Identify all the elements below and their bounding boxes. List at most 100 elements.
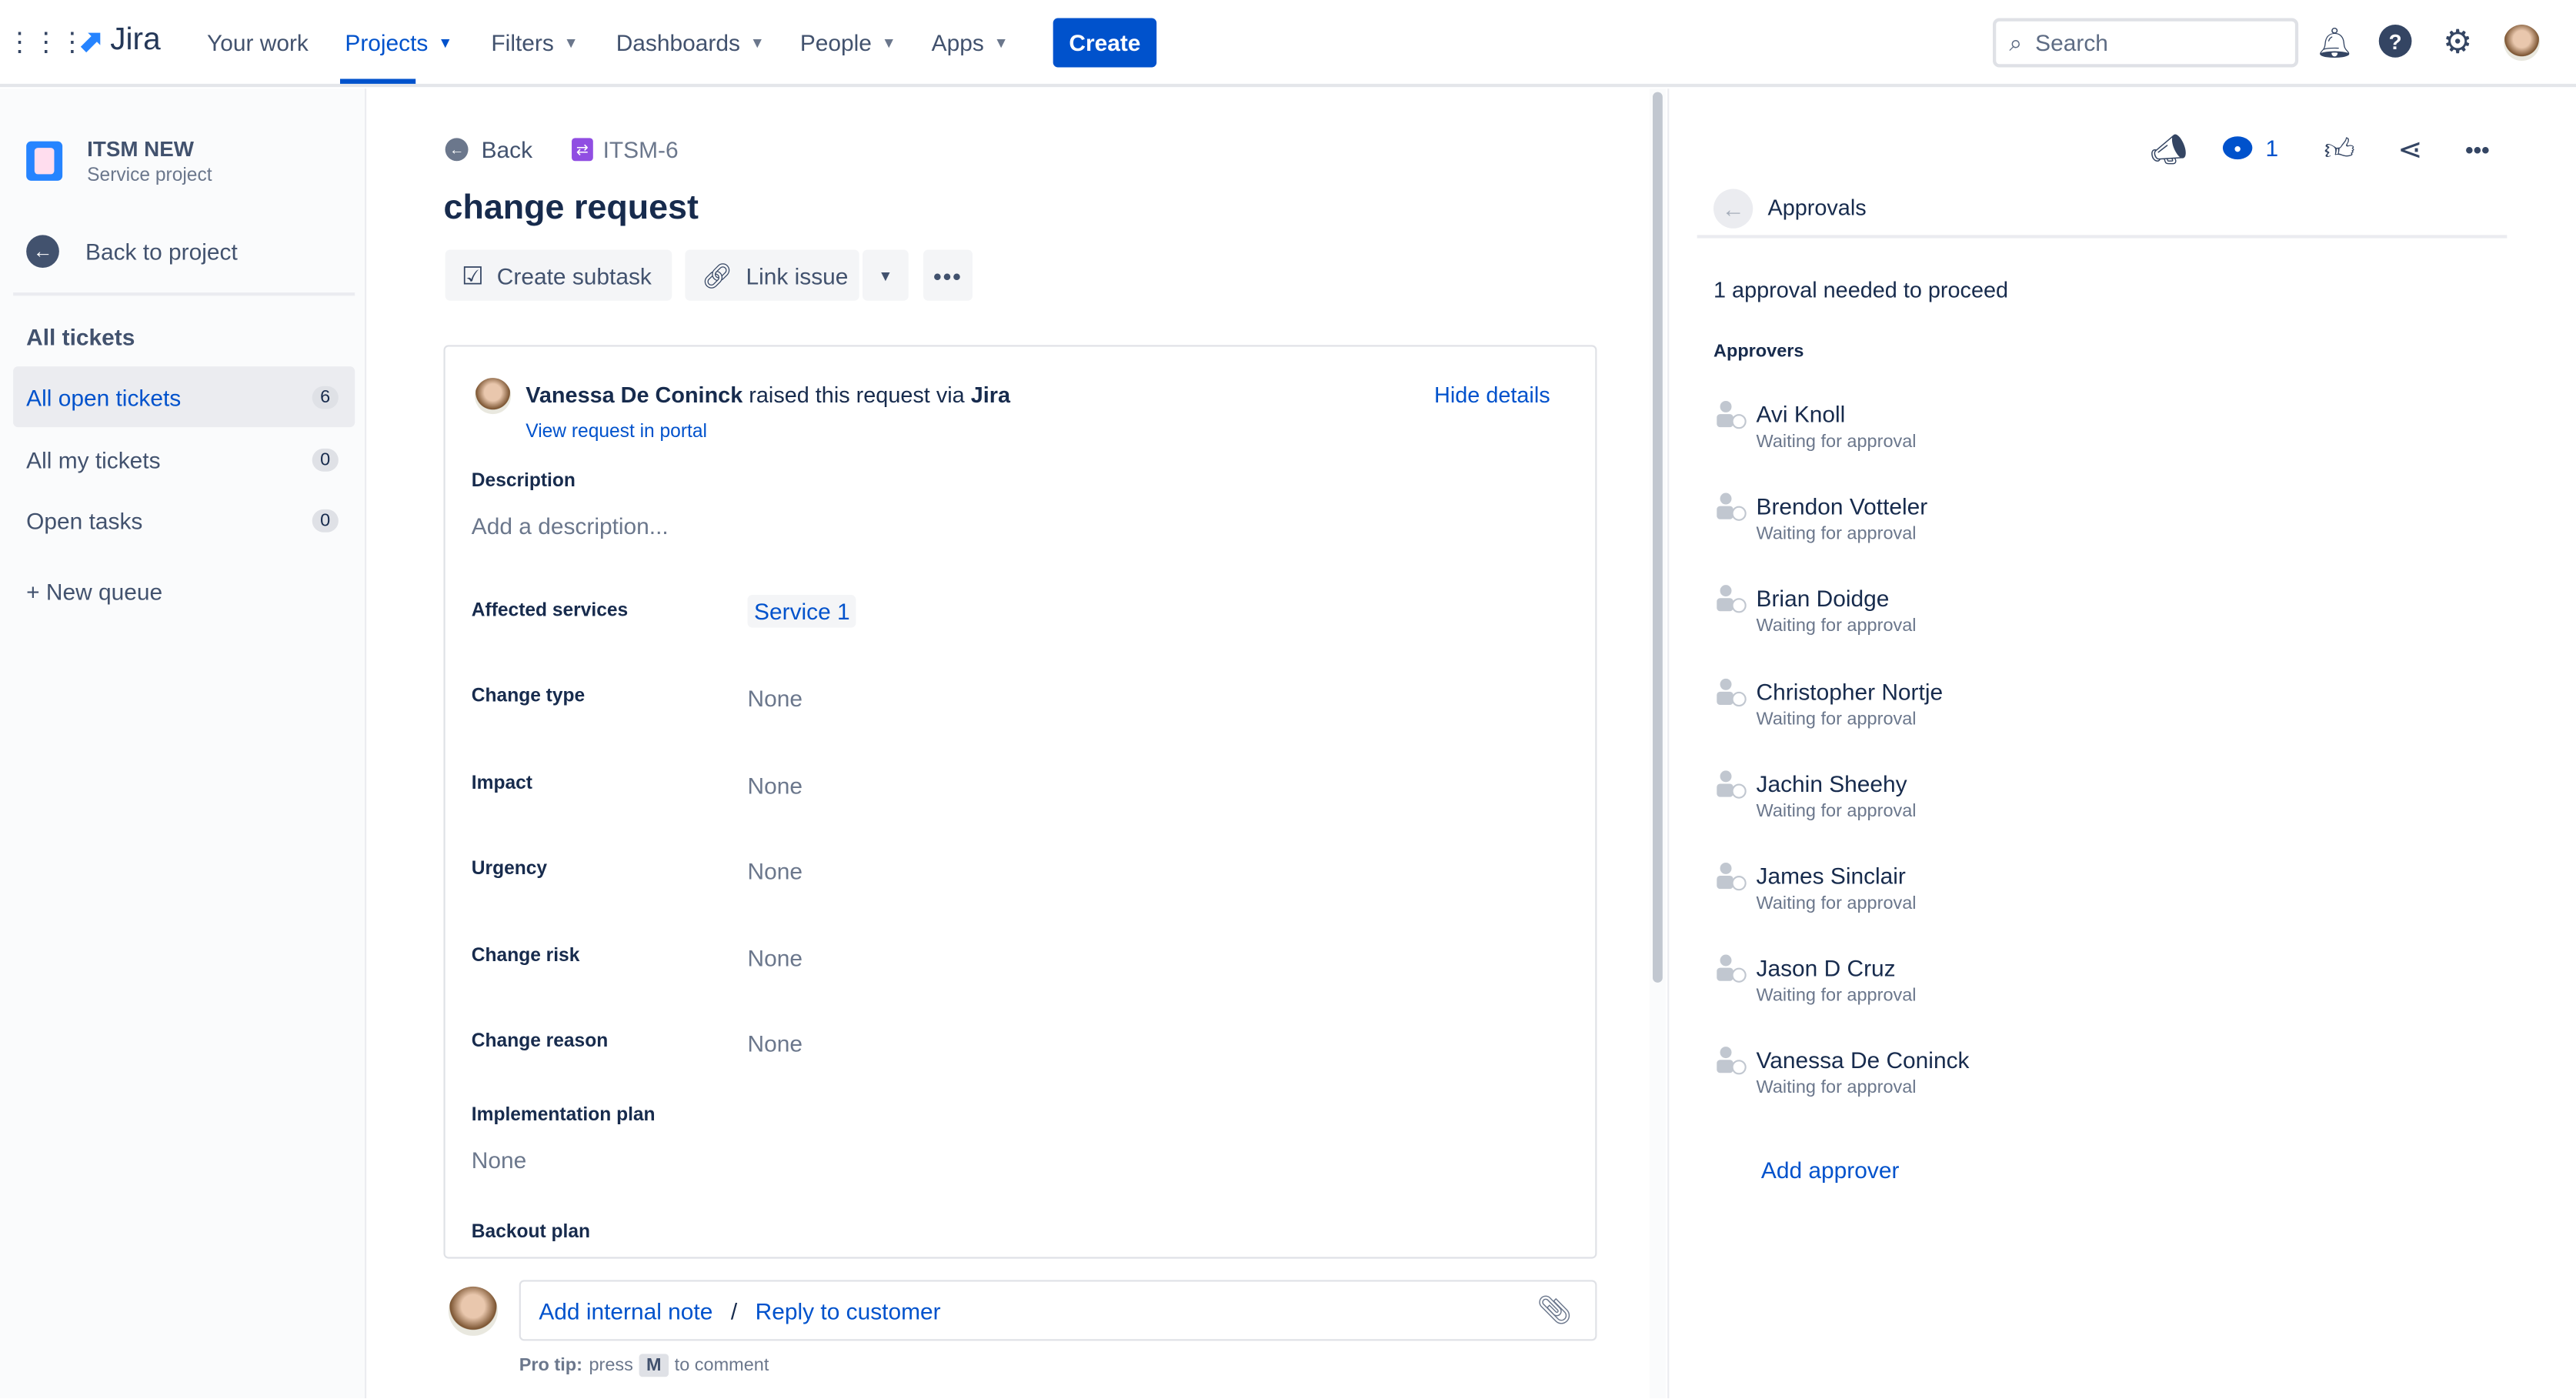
approval-needed-text: 1 approval needed to proceed [1713, 277, 2009, 302]
issue-title[interactable]: change request [444, 189, 699, 229]
link-issue-button[interactable]: 🔗︎ Link issue [685, 249, 859, 301]
approver-pending-icon [1717, 400, 1747, 430]
change-issue-type-icon: ⇄ [572, 138, 593, 162]
nav-projects[interactable]: Projects ▼ [345, 0, 452, 85]
queue-label: All open tickets [26, 383, 182, 410]
queue-all-my-tickets[interactable]: All my tickets 0 [13, 429, 355, 489]
profile-avatar[interactable] [2504, 25, 2541, 62]
field-value[interactable]: None [748, 858, 802, 884]
queue-count: 0 [312, 508, 339, 532]
approver-pending-icon [1717, 954, 1747, 984]
request-details-card: Vanessa De Coninck raised this request v… [443, 345, 1597, 1259]
queue-count: 0 [312, 447, 339, 471]
queue-all-open-tickets[interactable]: All open tickets 6 [13, 366, 355, 428]
approver-pending-icon [1717, 770, 1747, 800]
add-approver-link[interactable]: Add approver [1761, 1157, 1899, 1183]
queue-open-tasks[interactable]: Open tasks 0 [13, 489, 355, 550]
nav-people[interactable]: People ▼ [800, 0, 896, 85]
help-icon[interactable]: ? [2378, 25, 2412, 58]
view-portal-link[interactable]: View request in portal [526, 422, 707, 442]
nav-label: Dashboards [616, 29, 740, 56]
field-value[interactable]: None [748, 1030, 802, 1057]
notifications-icon[interactable]: 🔔︎ [2316, 25, 2354, 61]
watchers-button[interactable]: ● 1 [2222, 135, 2278, 161]
more-icon: ••• [933, 262, 963, 289]
description-field[interactable]: Add a description... [472, 513, 669, 539]
back-arrow-icon[interactable]: ← [1713, 189, 1753, 229]
share-icon[interactable]: ⋖ [2392, 132, 2428, 168]
more-actions-button[interactable]: ••• [923, 249, 973, 301]
approver-pending-icon [1717, 677, 1747, 707]
settings-icon[interactable]: ⚙ [2440, 23, 2476, 60]
add-internal-note-link[interactable]: Add internal note [539, 1297, 712, 1324]
user-avatar [448, 1286, 498, 1336]
raised-by-text: Vanessa De Coninck raised this request v… [526, 383, 1010, 408]
back-to-project-label: Back to project [85, 238, 238, 265]
nav-label: Filters [491, 29, 554, 56]
keyboard-key: M [639, 1354, 669, 1377]
nav-your-work[interactable]: Your work [207, 0, 309, 85]
more-icon[interactable]: ••• [2459, 132, 2495, 168]
nav-apps[interactable]: Apps ▼ [932, 0, 1009, 85]
arrow-left-icon: ← [26, 235, 59, 269]
back-label: Back [481, 136, 533, 163]
approver-name[interactable]: Jason D Cruz [1757, 955, 1896, 981]
implementation-plan-value[interactable]: None [472, 1147, 526, 1173]
nav-label: Projects [345, 29, 429, 56]
queue-count: 6 [312, 385, 339, 409]
field-value[interactable]: None [748, 685, 802, 711]
approver-name[interactable]: Brian Doidge [1757, 586, 1890, 612]
app-switcher-icon[interactable]: ⋮⋮⋮ [7, 26, 85, 59]
service-tag[interactable]: Service 1 [747, 594, 857, 628]
panel-title: Approvals [1767, 195, 1867, 221]
issue-key: ITSM-6 [602, 136, 679, 163]
reporter-avatar [475, 378, 512, 415]
queue-label: All my tickets [26, 446, 161, 472]
scrollbar-thumb[interactable] [1653, 92, 1663, 983]
separator: / [730, 1297, 738, 1324]
field-value[interactable]: None [748, 945, 802, 971]
arrow-left-icon: ← [445, 138, 469, 162]
approver-pending-icon [1717, 862, 1747, 892]
approver-status: Waiting for approval [1756, 432, 1917, 452]
approver-name[interactable]: Avi Knoll [1757, 401, 1846, 427]
back-button[interactable]: ← Back [445, 136, 532, 162]
reply-to-customer-link[interactable]: Reply to customer [756, 1297, 941, 1324]
field-label: Change risk [471, 946, 580, 967]
approver-status: Waiting for approval [1756, 986, 1917, 1007]
approver-name[interactable]: Jachin Sheehy [1757, 770, 1907, 796]
attachment-icon[interactable]: 📎︎ [1537, 1294, 1572, 1327]
queue-label: Open tasks [26, 506, 143, 533]
divider [1697, 235, 2508, 239]
approver-status: Waiting for approval [1756, 1078, 1917, 1099]
jira-logo[interactable]: ⬈ Jira [78, 23, 160, 59]
new-queue-link[interactable]: + New queue [26, 579, 162, 605]
approver-name[interactable]: Christopher Nortje [1757, 678, 1944, 704]
search-icon: ⌕ [2009, 28, 2023, 55]
approver-status: Waiting for approval [1756, 801, 1917, 822]
link-issue-dropdown[interactable]: ▼ [862, 249, 909, 301]
search-input[interactable]: ⌕ Search [1992, 18, 2299, 68]
approver-name[interactable]: Brendon Votteler [1757, 493, 1928, 519]
field-value[interactable]: None [748, 773, 802, 799]
comment-box[interactable]: Add internal note / Reply to customer 📎︎ [519, 1280, 1597, 1341]
issue-key-link[interactable]: ⇄ ITSM-6 [572, 136, 679, 162]
approver-name[interactable]: James Sinclair [1757, 863, 1906, 889]
hide-details-link[interactable]: Hide details [1434, 383, 1550, 408]
chevron-down-icon: ▼ [749, 34, 765, 52]
nav-dashboards[interactable]: Dashboards ▼ [616, 0, 765, 85]
nav-label: Your work [207, 29, 309, 56]
reporter-name[interactable]: Vanessa De Coninck [526, 383, 742, 408]
back-to-project[interactable]: ← Back to project [26, 235, 238, 269]
divider [13, 292, 355, 296]
create-button[interactable]: Create [1053, 18, 1157, 68]
nav-label: People [799, 29, 872, 56]
chevron-down-icon: ▼ [881, 34, 896, 52]
nav-filters[interactable]: Filters ▼ [491, 0, 578, 85]
chevron-down-icon: ▼ [563, 34, 579, 52]
thumbs-up-icon[interactable]: 👍︎ [2321, 132, 2357, 168]
create-subtask-button[interactable]: ☑ Create subtask [445, 249, 672, 301]
implementation-plan-label: Implementation plan [471, 1105, 656, 1126]
feedback-megaphone-icon[interactable]: 📣︎ [2150, 132, 2187, 168]
approver-name[interactable]: Vanessa De Coninck [1757, 1047, 1970, 1073]
